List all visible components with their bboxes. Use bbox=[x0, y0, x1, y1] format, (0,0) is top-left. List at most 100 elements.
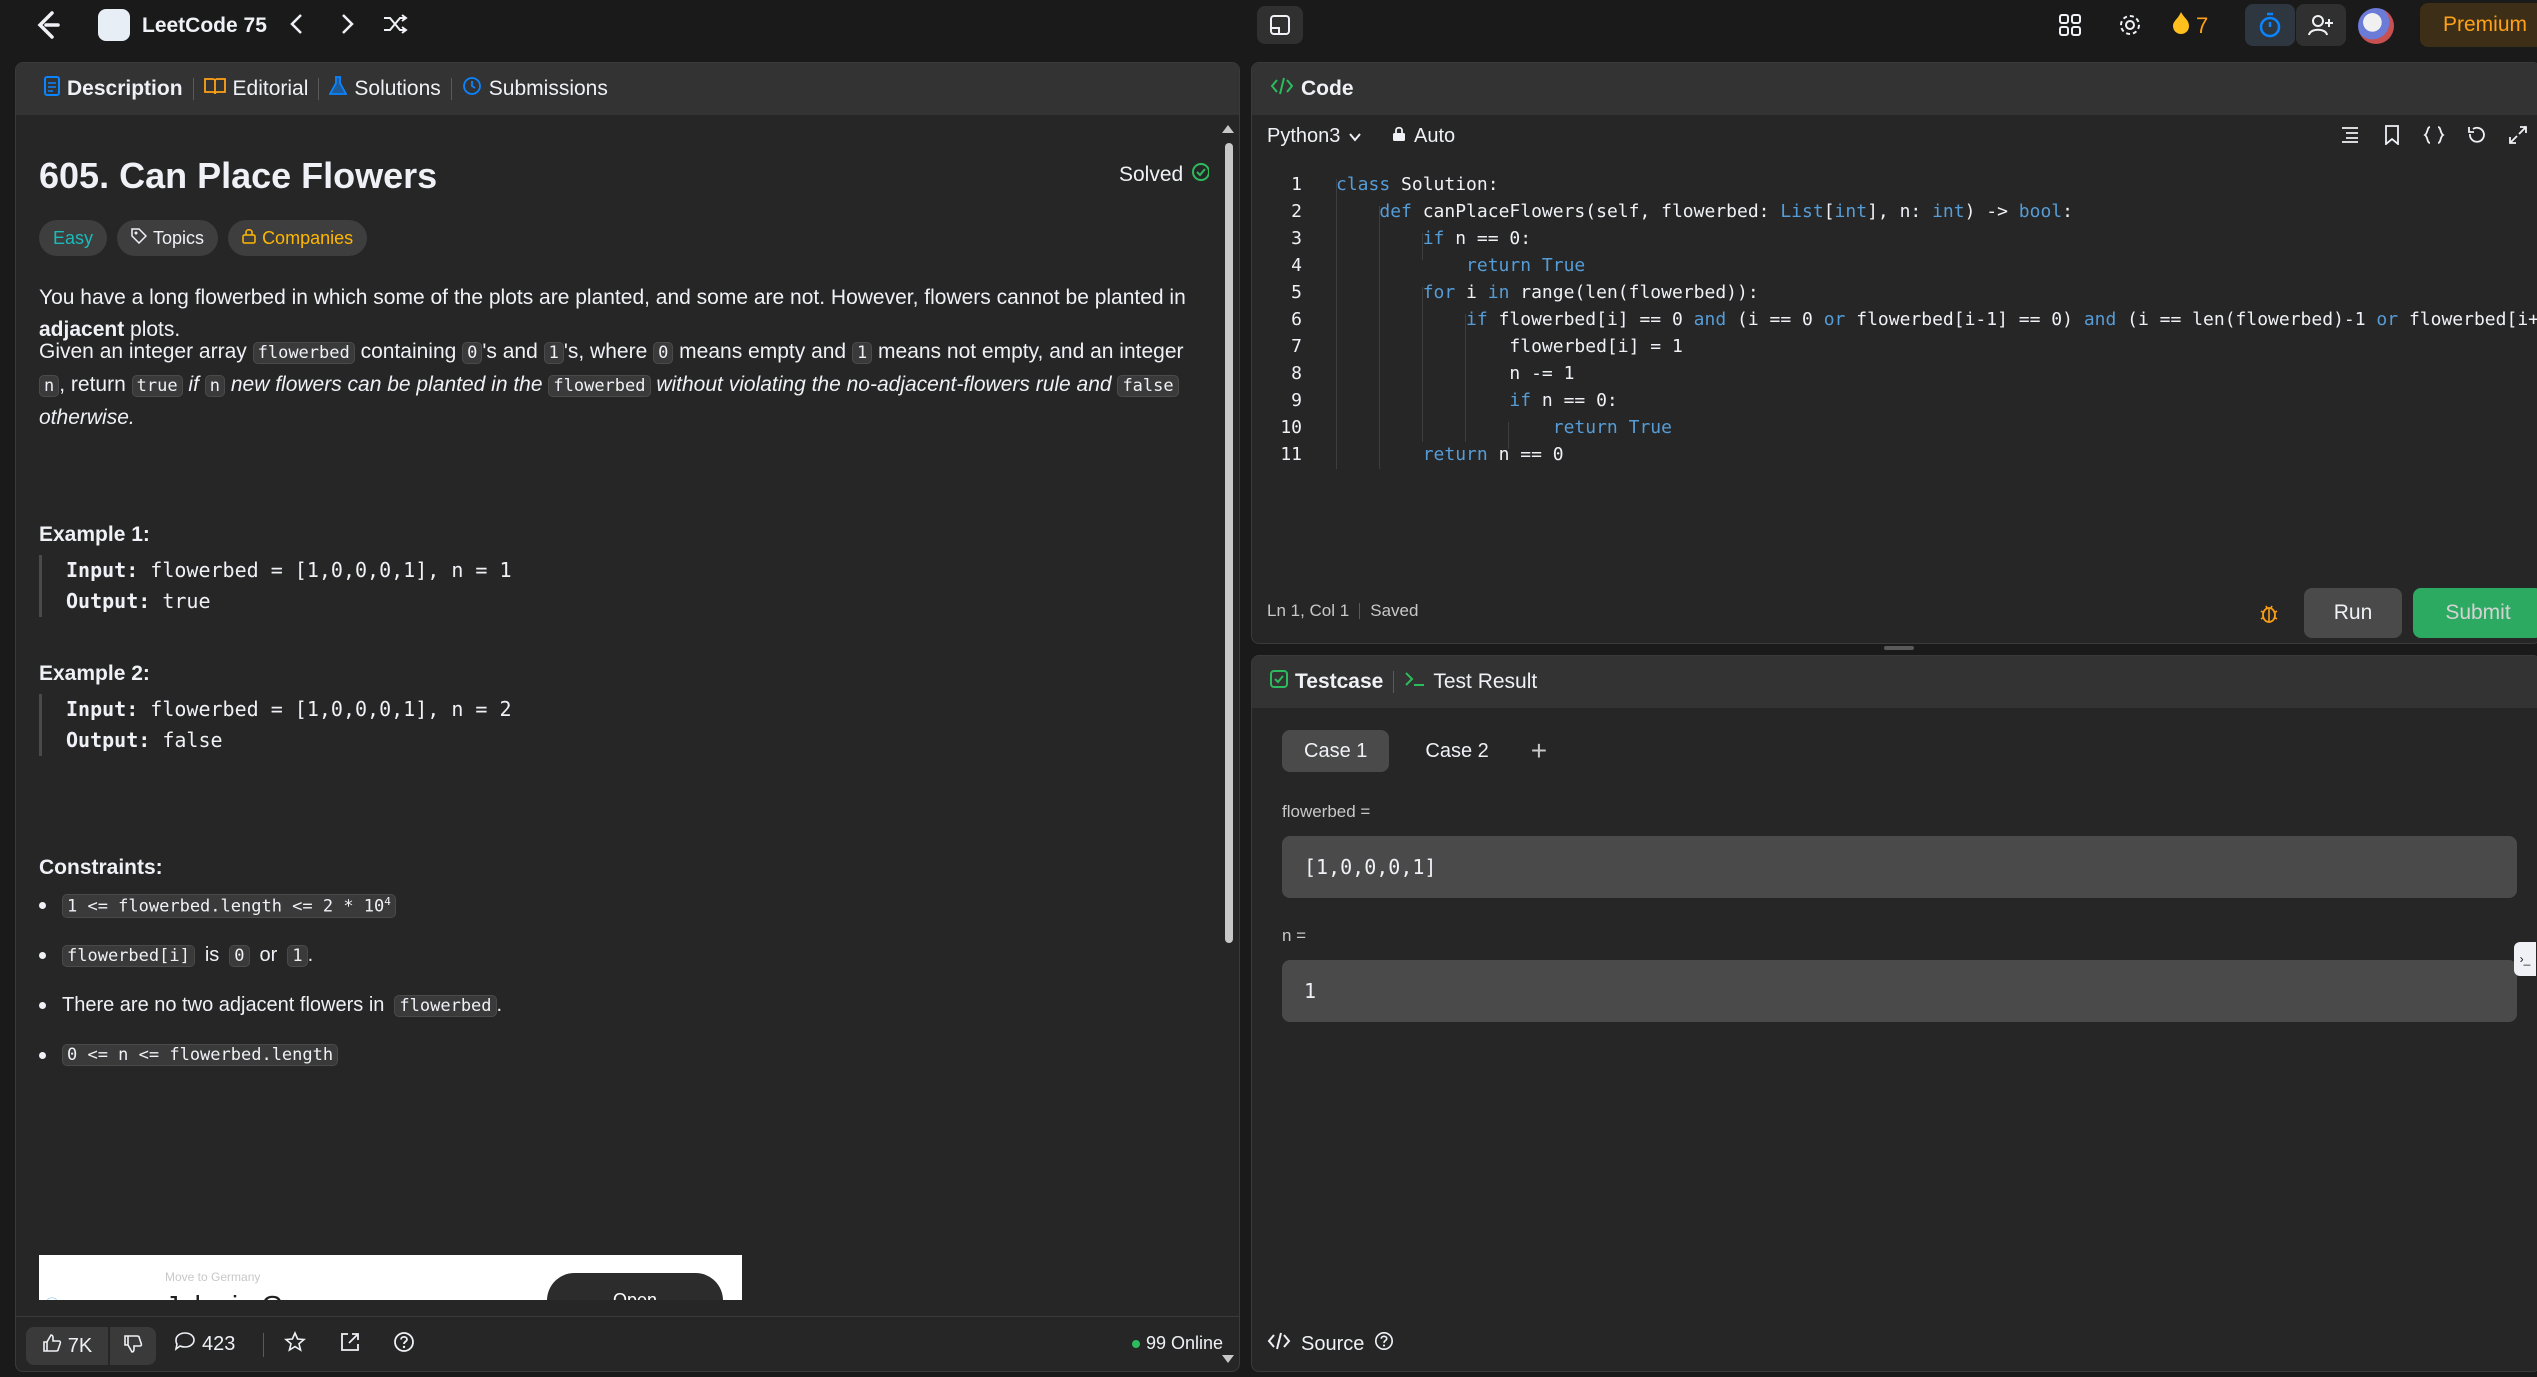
layout-toggle-icon[interactable] bbox=[1257, 6, 1303, 44]
study-plan-title[interactable]: LeetCode 75 bbox=[142, 14, 267, 38]
code-text: return True bbox=[1552, 417, 1672, 438]
bookmark-icon[interactable] bbox=[2380, 123, 2404, 147]
source-label: Source bbox=[1301, 1332, 1365, 1355]
companies-tag[interactable]: Companies bbox=[228, 220, 368, 256]
indent-guide bbox=[1508, 422, 1509, 449]
para2-text: , return bbox=[59, 373, 132, 396]
advertisement[interactable]: ⓘ Move to Germany Jobs in Germany Open bbox=[39, 1255, 742, 1300]
share-icon[interactable] bbox=[339, 1331, 361, 1353]
bullet-dot bbox=[39, 902, 46, 910]
line-number: 1 bbox=[1291, 174, 1302, 195]
flowerbed-input[interactable]: [1,0,0,0,1] bbox=[1282, 836, 2517, 898]
description-content: 605. Can Place Flowers Solved Easy Topic… bbox=[39, 115, 1209, 1300]
tab-test-result[interactable]: Test Result bbox=[1394, 670, 1547, 694]
submit-button[interactable]: Submit bbox=[2413, 588, 2537, 638]
help-icon[interactable] bbox=[1374, 1331, 1394, 1357]
console-toggle-icon[interactable]: ›_ bbox=[2514, 942, 2536, 976]
case-2-tab[interactable]: Case 2 bbox=[1403, 730, 1510, 772]
code-panel-header: Code bbox=[1252, 63, 2537, 115]
test-result-tab-label: Test Result bbox=[1433, 670, 1538, 693]
description-scrollbar[interactable] bbox=[1221, 118, 1235, 1371]
tag-icon bbox=[131, 227, 148, 249]
tab-submissions[interactable]: Submissions bbox=[452, 76, 618, 102]
run-button[interactable]: Run bbox=[2304, 588, 2402, 638]
indent-guide bbox=[1336, 179, 1337, 469]
tab-editorial[interactable]: Editorial bbox=[194, 77, 319, 101]
timer-icon[interactable] bbox=[2245, 4, 2295, 46]
leetcode-logo-icon[interactable] bbox=[32, 10, 64, 40]
problem-tags: Easy Topics Companies bbox=[39, 220, 368, 256]
online-label: 99 Online bbox=[1145, 1333, 1223, 1353]
format-lines-icon[interactable] bbox=[2338, 123, 2362, 147]
add-friend-icon[interactable] bbox=[2296, 4, 2346, 46]
braces-icon[interactable] bbox=[2422, 123, 2446, 147]
line-number: 6 bbox=[1291, 309, 1302, 330]
tab-testcase[interactable]: Testcase bbox=[1270, 670, 1393, 694]
description-tabs: Description Editorial Solutions Submissi… bbox=[16, 63, 1239, 115]
constraint-3-tail: . bbox=[496, 994, 503, 1016]
reset-icon[interactable] bbox=[2464, 123, 2488, 147]
comments-button[interactable]: 423 bbox=[174, 1331, 235, 1357]
tab-solutions-label: Solutions bbox=[354, 77, 441, 100]
testcase-header: Testcase Test Result bbox=[1252, 656, 2537, 708]
tab-description[interactable]: Description bbox=[34, 76, 193, 102]
inline-code: 0 <= n <= flowerbed.length bbox=[62, 1044, 339, 1066]
scroll-thumb[interactable] bbox=[1225, 143, 1233, 943]
ad-info-icon[interactable]: ⓘ bbox=[45, 1295, 59, 1300]
premium-button[interactable]: Premium bbox=[2420, 3, 2537, 47]
n-input[interactable]: 1 bbox=[1282, 960, 2517, 1022]
code-text: if n == 0: bbox=[1422, 228, 1532, 249]
para2-text: means not empty, and an integer bbox=[872, 340, 1184, 363]
language-select[interactable]: Python3 bbox=[1267, 125, 1362, 148]
example-1-input: flowerbed = [1,0,0,0,1], n = 1 bbox=[138, 558, 512, 582]
inline-code: flowerbed bbox=[548, 375, 651, 397]
panel-resize-handle[interactable] bbox=[1884, 646, 1914, 650]
topics-tag[interactable]: Topics bbox=[117, 220, 219, 256]
problem-title[interactable]: 605. Can Place Flowers bbox=[39, 155, 437, 197]
settings-gear-icon[interactable] bbox=[2114, 10, 2146, 40]
shuffle-icon[interactable] bbox=[381, 10, 409, 38]
example-1-title: Example 1: bbox=[39, 523, 150, 546]
line-number: 7 bbox=[1291, 336, 1302, 357]
para2-text: means empty and bbox=[673, 340, 852, 363]
favorite-star-icon[interactable] bbox=[284, 1331, 306, 1353]
example-2-block: Input: flowerbed = [1,0,0,0,1], n = 2 Ou… bbox=[39, 694, 512, 756]
inline-code: false bbox=[1117, 375, 1179, 397]
constraint-item: There are no two adjacent flowers in flo… bbox=[39, 994, 502, 1017]
code-text: return True bbox=[1466, 255, 1586, 276]
streak-counter[interactable]: 7 bbox=[2172, 11, 2208, 41]
debug-icon[interactable] bbox=[2257, 601, 2283, 627]
top-bar: LeetCode 75 7 Premium bbox=[0, 0, 2537, 50]
expand-icon[interactable] bbox=[2506, 123, 2530, 147]
tab-solutions[interactable]: Solutions bbox=[319, 76, 450, 102]
inline-code: true bbox=[131, 375, 183, 397]
problem-paragraph-2: Given an integer array flowerbed contain… bbox=[39, 336, 1204, 434]
like-button[interactable]: 7K bbox=[26, 1327, 108, 1365]
topics-label: Topics bbox=[153, 227, 205, 248]
like-count: 7K bbox=[67, 1334, 93, 1357]
add-case-icon[interactable]: + bbox=[1531, 735, 1547, 767]
tab-submissions-label: Submissions bbox=[488, 77, 608, 100]
help-icon[interactable] bbox=[393, 1331, 415, 1353]
prev-problem-icon[interactable] bbox=[283, 10, 311, 38]
ad-open-button[interactable]: Open bbox=[547, 1273, 723, 1300]
companies-label: Companies bbox=[262, 227, 354, 248]
inline-code: flowerbed bbox=[252, 342, 355, 364]
inline-code: 1 <= flowerbed.length <= 2 * 104 bbox=[62, 894, 396, 918]
user-avatar[interactable] bbox=[2358, 8, 2394, 44]
next-problem-icon[interactable] bbox=[333, 10, 361, 38]
code-editor[interactable]: 1 class Solution: 2 def canPlaceFlowers(se… bbox=[1252, 171, 2537, 551]
apps-grid-icon[interactable] bbox=[2054, 10, 2086, 40]
auto-mode[interactable]: Auto bbox=[1392, 125, 1455, 148]
scroll-up-icon[interactable] bbox=[1221, 123, 1235, 135]
constraints-title: Constraints: bbox=[39, 856, 163, 879]
bullet-dot bbox=[39, 952, 46, 959]
dislike-button[interactable] bbox=[110, 1327, 156, 1365]
study-plan-icon[interactable] bbox=[98, 9, 130, 41]
flowerbed-label: flowerbed = bbox=[1282, 802, 1371, 821]
tab-code[interactable]: Code bbox=[1270, 76, 1364, 102]
case-1-tab[interactable]: Case 1 bbox=[1282, 730, 1390, 772]
line-number: 11 bbox=[1280, 444, 1302, 465]
source-link[interactable]: Source bbox=[1267, 1331, 1394, 1357]
comment-icon bbox=[174, 1331, 196, 1357]
